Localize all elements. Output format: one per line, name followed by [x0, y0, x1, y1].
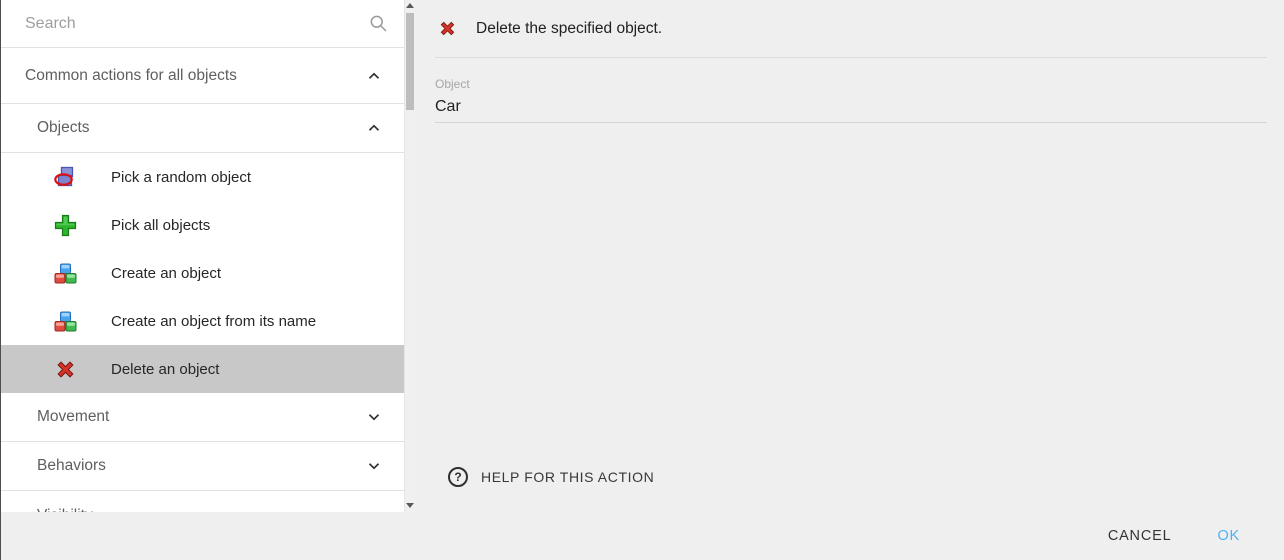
search-input[interactable] — [25, 15, 360, 33]
chevron-down-icon — [365, 408, 383, 426]
action-item-create-object[interactable]: Create an object — [1, 249, 404, 297]
search-icon — [368, 13, 389, 34]
action-detail-header: Delete the specified object. — [414, 0, 1284, 57]
help-for-action-button[interactable]: ? HELP FOR THIS ACTION — [438, 461, 664, 493]
action-detail-panel: Delete the specified object. Object ? HE… — [414, 0, 1284, 512]
object-field-input[interactable] — [435, 98, 1267, 123]
scrollbar-down-arrow-icon[interactable] — [406, 501, 414, 511]
chevron-down-icon — [365, 507, 383, 513]
group-label: Visibility — [37, 507, 93, 513]
sidebar-group-common-actions[interactable]: Common actions for all objects — [1, 48, 404, 104]
pick-random-object-icon — [53, 165, 78, 190]
help-button-label: HELP FOR THIS ACTION — [481, 469, 654, 485]
group-label: Movement — [37, 408, 109, 426]
dialog-footer: CANCEL OK — [0, 512, 1284, 560]
delete-action-icon — [437, 18, 458, 39]
sidebar-group-visibility[interactable]: Visibility — [1, 491, 404, 512]
create-object-from-name-icon — [53, 309, 78, 334]
sidebar-scrollbar[interactable] — [404, 0, 414, 512]
action-item-create-object-from-name[interactable]: Create an object from its name — [1, 297, 404, 345]
action-item-delete-object[interactable]: Delete an object — [1, 345, 404, 393]
scrollbar-up-arrow-icon[interactable] — [406, 1, 414, 11]
action-title: Delete the specified object. — [476, 20, 662, 38]
action-item-label: Pick all objects — [111, 217, 210, 234]
chevron-up-icon — [365, 119, 383, 137]
group-label: Behaviors — [37, 457, 106, 475]
ok-button[interactable]: OK — [1201, 520, 1256, 552]
action-item-label: Create an object from its name — [111, 313, 316, 330]
action-item-pick-all-objects[interactable]: Pick all objects — [1, 201, 404, 249]
header-divider — [435, 57, 1267, 58]
object-field-block: Object — [435, 77, 1267, 123]
search-row — [1, 0, 404, 48]
scrollbar-thumb[interactable] — [406, 13, 414, 110]
group-label: Common actions for all objects — [25, 67, 237, 85]
create-object-icon — [53, 261, 78, 286]
chevron-down-icon — [365, 457, 383, 475]
sidebar-group-behaviors[interactable]: Behaviors — [1, 442, 404, 491]
chevron-up-icon — [365, 67, 383, 85]
sidebar-group-movement[interactable]: Movement — [1, 393, 404, 442]
pick-all-objects-icon — [53, 213, 78, 238]
help-icon: ? — [448, 467, 468, 487]
sidebar-group-objects[interactable]: Objects — [1, 104, 404, 153]
action-item-label: Delete an object — [111, 361, 219, 378]
actions-sidebar: Common actions for all objects Objects P… — [1, 0, 404, 512]
delete-object-icon — [53, 357, 78, 382]
cancel-button[interactable]: CANCEL — [1092, 520, 1188, 552]
group-label: Objects — [37, 119, 90, 137]
object-field-label: Object — [435, 77, 1267, 91]
action-item-label: Pick a random object — [111, 169, 251, 186]
action-item-label: Create an object — [111, 265, 221, 282]
action-item-pick-random-object[interactable]: Pick a random object — [1, 153, 404, 201]
